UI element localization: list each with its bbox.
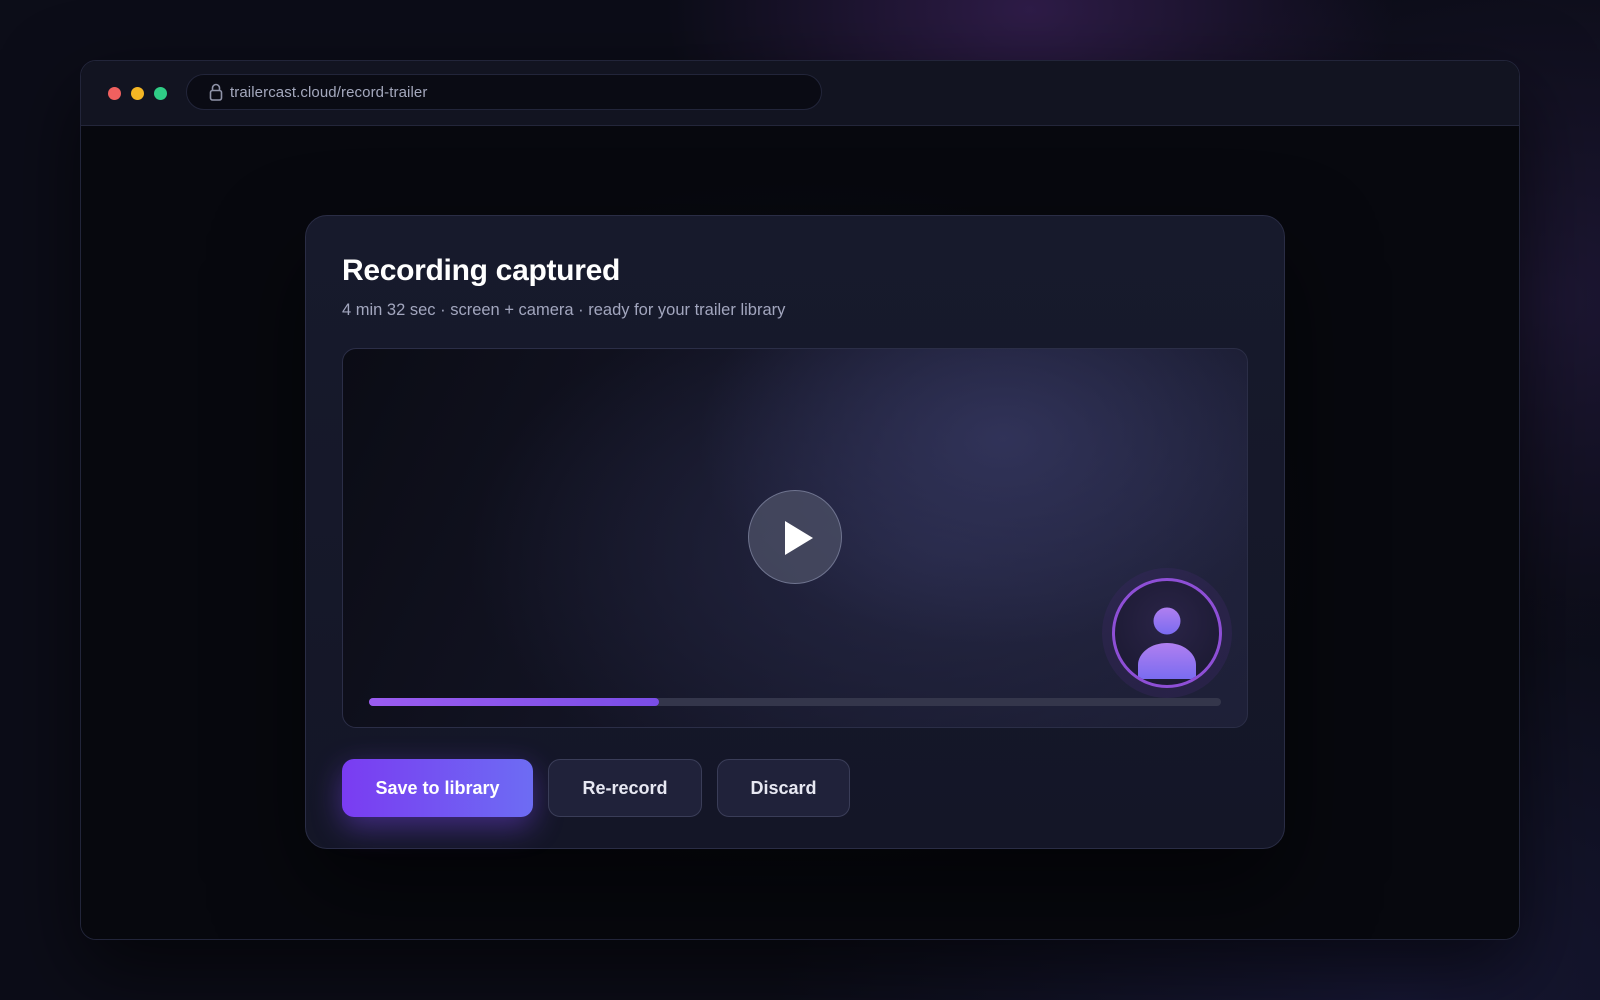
re-record-button[interactable]: Re-record [548, 759, 702, 817]
discard-button[interactable]: Discard [717, 759, 850, 817]
playback-progress[interactable] [369, 698, 1221, 706]
lock-icon [209, 83, 223, 101]
camera-bubble [1102, 568, 1232, 698]
close-window-button[interactable] [108, 87, 121, 100]
play-icon [785, 521, 813, 555]
play-button[interactable] [748, 490, 842, 584]
video-preview[interactable] [342, 348, 1248, 728]
maximize-window-button[interactable] [154, 87, 167, 100]
recording-dialog: Recording captured 4 min 32 sec · screen… [305, 215, 1285, 849]
dialog-title: Recording captured [342, 254, 620, 287]
user-icon [1138, 607, 1196, 679]
page-viewport: Recording captured 4 min 32 sec · screen… [81, 126, 1519, 939]
minimize-window-button[interactable] [131, 87, 144, 100]
browser-titlebar: trailercast.cloud/record-trailer [81, 61, 1519, 126]
dialog-subtitle: 4 min 32 sec · screen + camera · ready f… [342, 301, 786, 319]
address-bar[interactable]: trailercast.cloud/record-trailer [186, 74, 822, 110]
browser-window: trailercast.cloud/record-trailer Recordi… [80, 60, 1520, 940]
avatar [1112, 578, 1222, 688]
progress-fill [369, 698, 659, 706]
url-text: trailercast.cloud/record-trailer [230, 84, 428, 101]
save-to-library-button[interactable]: Save to library [342, 759, 533, 817]
